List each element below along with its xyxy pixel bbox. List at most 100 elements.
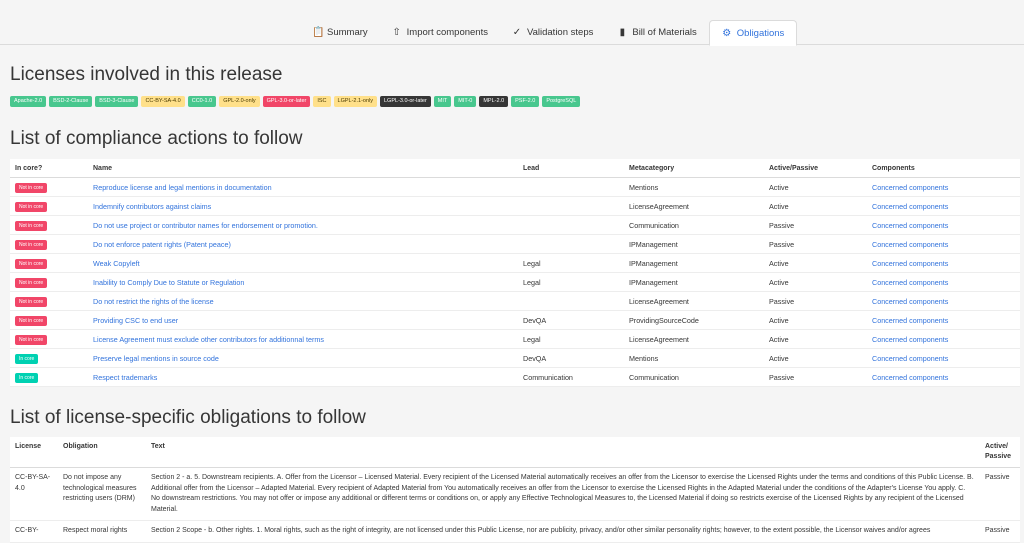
table-row: Not in core License Agreement must exclud… [10,329,1020,349]
name-cell: Preserve legal mentions in source code [88,348,518,368]
column-header-active-passive: Active/Passive [764,159,867,178]
concerned-components-link[interactable]: Concerned components [872,221,948,230]
compliance-heading: List of compliance actions to follow [10,128,303,149]
components-cell: Concerned components [867,196,1020,216]
action-name-link[interactable]: Preserve legal mentions in source code [93,354,219,363]
core-status-badge: Not in core [15,334,48,345]
table-row: Not in core Do not restrict the rights of… [10,291,1020,311]
license-tag: CC0-1.0 [187,96,217,107]
action-name-link[interactable]: Inability to Comply Due to Statute or Re… [93,278,244,287]
core-cell: Not in core [10,272,88,292]
metacategory-cell: IPManagement [624,272,764,292]
core-status-badge: In core [15,372,39,383]
tab-validation-steps[interactable]: ✓ Validation steps [500,20,605,44]
license-tag: LGPL-3.0-or-later [380,96,431,107]
concerned-components-link[interactable]: Concerned components [872,259,948,268]
core-status-badge: Not in core [15,239,48,250]
tab-summary[interactable]: 📋 Summary [300,20,380,44]
concerned-components-link[interactable]: Concerned components [872,354,948,363]
table-row: Not in core Indemnify contributors agains… [10,196,1020,216]
concerned-components-link[interactable]: Concerned components [872,373,948,382]
compliance-table: In core? Name Lead Metacategory Active/P… [10,159,1020,387]
active-passive-cell: Passive [980,520,1020,543]
action-name-link[interactable]: License Agreement must exclude other con… [93,335,324,344]
active-passive-cell: Passive [980,467,1020,521]
upload-icon: ⇧ [392,26,401,38]
license-tag: MIT [433,96,452,107]
metacategory-cell: Mentions [624,177,764,197]
lead-cell: DevQA [518,348,624,368]
concerned-components-link[interactable]: Concerned components [872,240,948,249]
core-cell: In core [10,367,88,387]
concerned-components-link[interactable]: Concerned components [872,183,948,192]
active-passive-cell: Active [764,348,867,368]
obligation-cell: Respect moral rights [58,520,146,543]
table-row: In core Preserve legal mentions in source… [10,348,1020,368]
license-tag: ISC [313,96,331,107]
metacategory-cell: LicenseAgreement [624,329,764,349]
table-row: Not in core Do not use project or contrib… [10,215,1020,235]
components-cell: Concerned components [867,215,1020,235]
lead-cell: DevQA [518,310,624,330]
license-tag: GPL-2.0-only [219,96,260,107]
active-passive-cell: Active [764,272,867,292]
metacategory-cell: LicenseAgreement [624,196,764,216]
components-cell: Concerned components [867,310,1020,330]
active-passive-cell: Active [764,310,867,330]
table-row: In core Respect trademarks Communication Co… [10,367,1020,387]
tab-bill-of-materials[interactable]: ▮ Bill of Materials [605,20,708,44]
obligations-table-card: License Obligation Text Active/ Passive … [10,437,1020,543]
core-status-badge: Not in core [15,296,48,307]
action-name-link[interactable]: Weak Copyleft [93,259,140,268]
core-cell: In core [10,348,88,368]
components-cell: Concerned components [867,177,1020,197]
name-cell: Weak Copyleft [88,253,518,273]
concerned-components-link[interactable]: Concerned components [872,278,948,287]
table-row: CC-BY-SA-4.0 Do not impose any technologi… [10,467,1020,521]
column-header-in-core: In core? [10,159,88,178]
concerned-components-link[interactable]: Concerned components [872,202,948,211]
active-passive-cell: Active [764,196,867,216]
action-name-link[interactable]: Providing CSC to end user [93,316,178,325]
components-cell: Concerned components [867,367,1020,387]
action-name-link[interactable]: Respect trademarks [93,373,157,382]
text-cell: Section 2 Scope - b. Other rights. 1. Mo… [146,520,980,543]
license-tag: GPL-3.0-or-later [262,96,311,107]
action-name-link[interactable]: Reproduce license and legal mentions in … [93,183,272,192]
tab-label: Validation steps [526,26,594,38]
core-cell: Not in core [10,329,88,349]
column-header-lead: Lead [518,159,624,178]
action-name-link[interactable]: Indemnify contributors against claims [93,202,211,211]
core-status-badge: Not in core [15,315,48,326]
active-passive-cell: Active [764,253,867,273]
active-passive-cell: Active [764,329,867,349]
core-status-badge: Not in core [15,220,48,231]
lead-cell: Communication [518,367,624,387]
column-header-components: Components [867,159,1020,178]
action-name-link[interactable]: Do not restrict the rights of the licens… [93,297,214,306]
core-cell: Not in core [10,310,88,330]
column-header-metacategory: Metacategory [624,159,764,178]
action-name-link[interactable]: Do not use project or contributor names … [93,221,318,230]
concerned-components-link[interactable]: Concerned components [872,335,948,344]
table-row: Not in core Inability to Comply Due to St… [10,272,1020,292]
tab-import-components[interactable]: ⇧ Import components [380,20,500,44]
table-row: Not in core Reproduce license and legal m… [10,177,1020,197]
concerned-components-link[interactable]: Concerned components [872,316,948,325]
name-cell: Inability to Comply Due to Statute or Re… [88,272,518,292]
column-header-name: Name [88,159,518,178]
name-cell: Do not use project or contributor names … [88,215,518,235]
table-row: Not in core Providing CSC to end user DevQ… [10,310,1020,330]
clipboard-icon: 📋 [312,26,325,38]
name-cell: Indemnify contributors against claims [88,196,518,216]
concerned-components-link[interactable]: Concerned components [872,297,948,306]
action-name-link[interactable]: Do not enforce patent rights (Patent pea… [93,240,231,249]
tab-obligations[interactable]: ⚙ Obligations [708,20,798,46]
components-cell: Concerned components [867,348,1020,368]
lead-cell: Legal [518,272,624,292]
compliance-table-card: In core? Name Lead Metacategory Active/P… [10,159,1020,387]
metacategory-cell: IPManagement [624,234,764,254]
obligations-table: License Obligation Text Active/ Passive … [10,437,1020,543]
license-tag: BSD-3-Clause [95,96,139,107]
license-tag-list: Apache-2.0 BSD-2-Clause BSD-3-Clause CC-BY-… [10,96,581,107]
